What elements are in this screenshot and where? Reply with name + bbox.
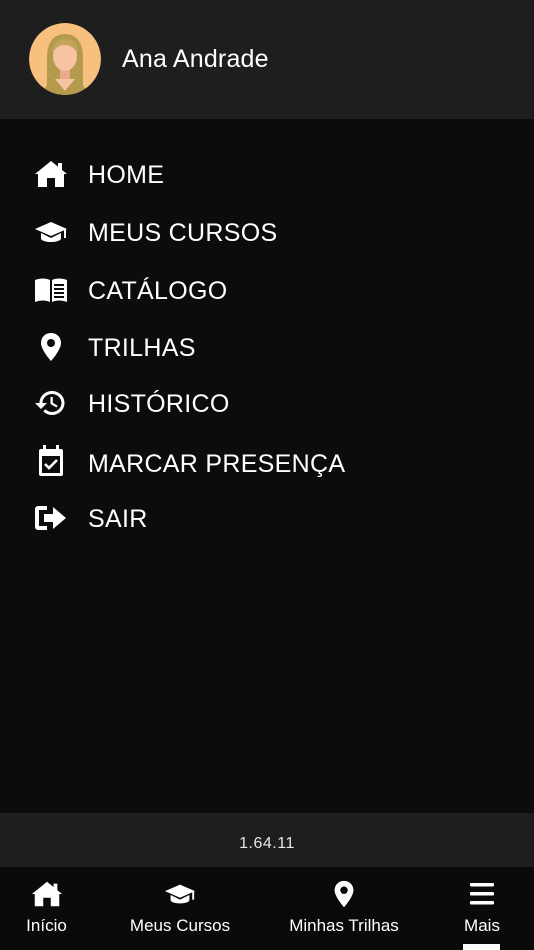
hamburger-menu-icon [466,879,498,909]
app-version: 1.64.11 [239,835,295,852]
menu-item-marcar-presenca[interactable]: MARCAR PRESENÇA [0,438,534,488]
logout-icon [34,503,68,533]
bottom-navigation: Início Meus Cursos Minhas Trilhas Mais [0,867,534,950]
home-icon [34,159,68,189]
graduation-cap-icon [164,879,196,909]
menu-item-home[interactable]: HOME [0,149,534,199]
menu-item-catalogo[interactable]: CATÁLOGO [0,265,534,315]
nav-tab-label: Meus Cursos [129,916,231,935]
menu-item-label: MEUS CURSOS [88,219,278,247]
home-icon [31,879,63,909]
menu-item-label: HISTÓRICO [88,390,230,418]
nav-tab-label: Início [26,916,67,935]
drawer-header: Ana Andrade [0,0,534,119]
menu-item-label: MARCAR PRESENÇA [88,450,346,478]
location-pin-icon [34,332,68,362]
location-pin-icon [328,879,360,909]
nav-tab-minhas-trilhas[interactable]: Minhas Trilhas [275,867,413,950]
menu-item-label: SAIR [88,505,148,533]
avatar[interactable] [29,23,101,95]
open-book-icon [34,275,68,305]
menu-item-label: CATÁLOGO [88,277,228,305]
female-avatar-icon [29,23,101,95]
menu-item-sair[interactable]: SAIR [0,493,534,543]
menu-item-historico[interactable]: HISTÓRICO [0,378,534,428]
active-tab-indicator [463,944,500,950]
nav-tab-mais[interactable]: Mais [446,867,518,950]
menu-item-label: TRILHAS [88,334,196,362]
menu-item-trilhas[interactable]: TRILHAS [0,322,534,372]
history-icon [34,388,68,418]
menu-item-meus-cursos[interactable]: MEUS CURSOS [0,207,534,257]
nav-tab-label: Minhas Trilhas [289,916,399,935]
menu-item-label: HOME [88,161,165,189]
calendar-check-icon [34,445,68,478]
nav-tab-meus-cursos[interactable]: Meus Cursos [120,867,240,950]
nav-tab-label: Mais [464,916,500,935]
nav-tab-inicio[interactable]: Início [0,867,93,950]
graduation-cap-icon [34,217,68,247]
version-bar: 1.64.11 [0,813,534,867]
app-root: Ana Andrade HOME MEUS CURSOS CATÁLOGO TR… [0,0,534,950]
user-name: Ana Andrade [122,45,269,73]
